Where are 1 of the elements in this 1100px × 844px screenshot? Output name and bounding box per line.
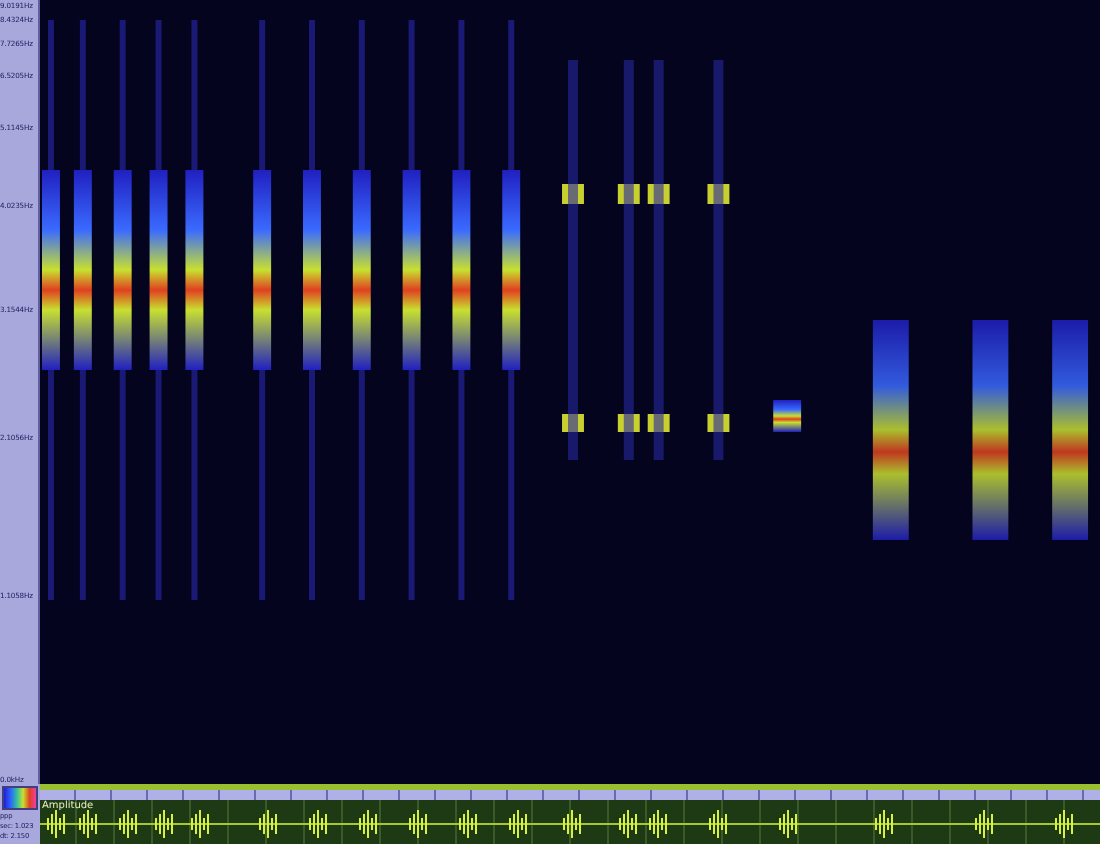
color-scale-legend — [2, 786, 38, 810]
